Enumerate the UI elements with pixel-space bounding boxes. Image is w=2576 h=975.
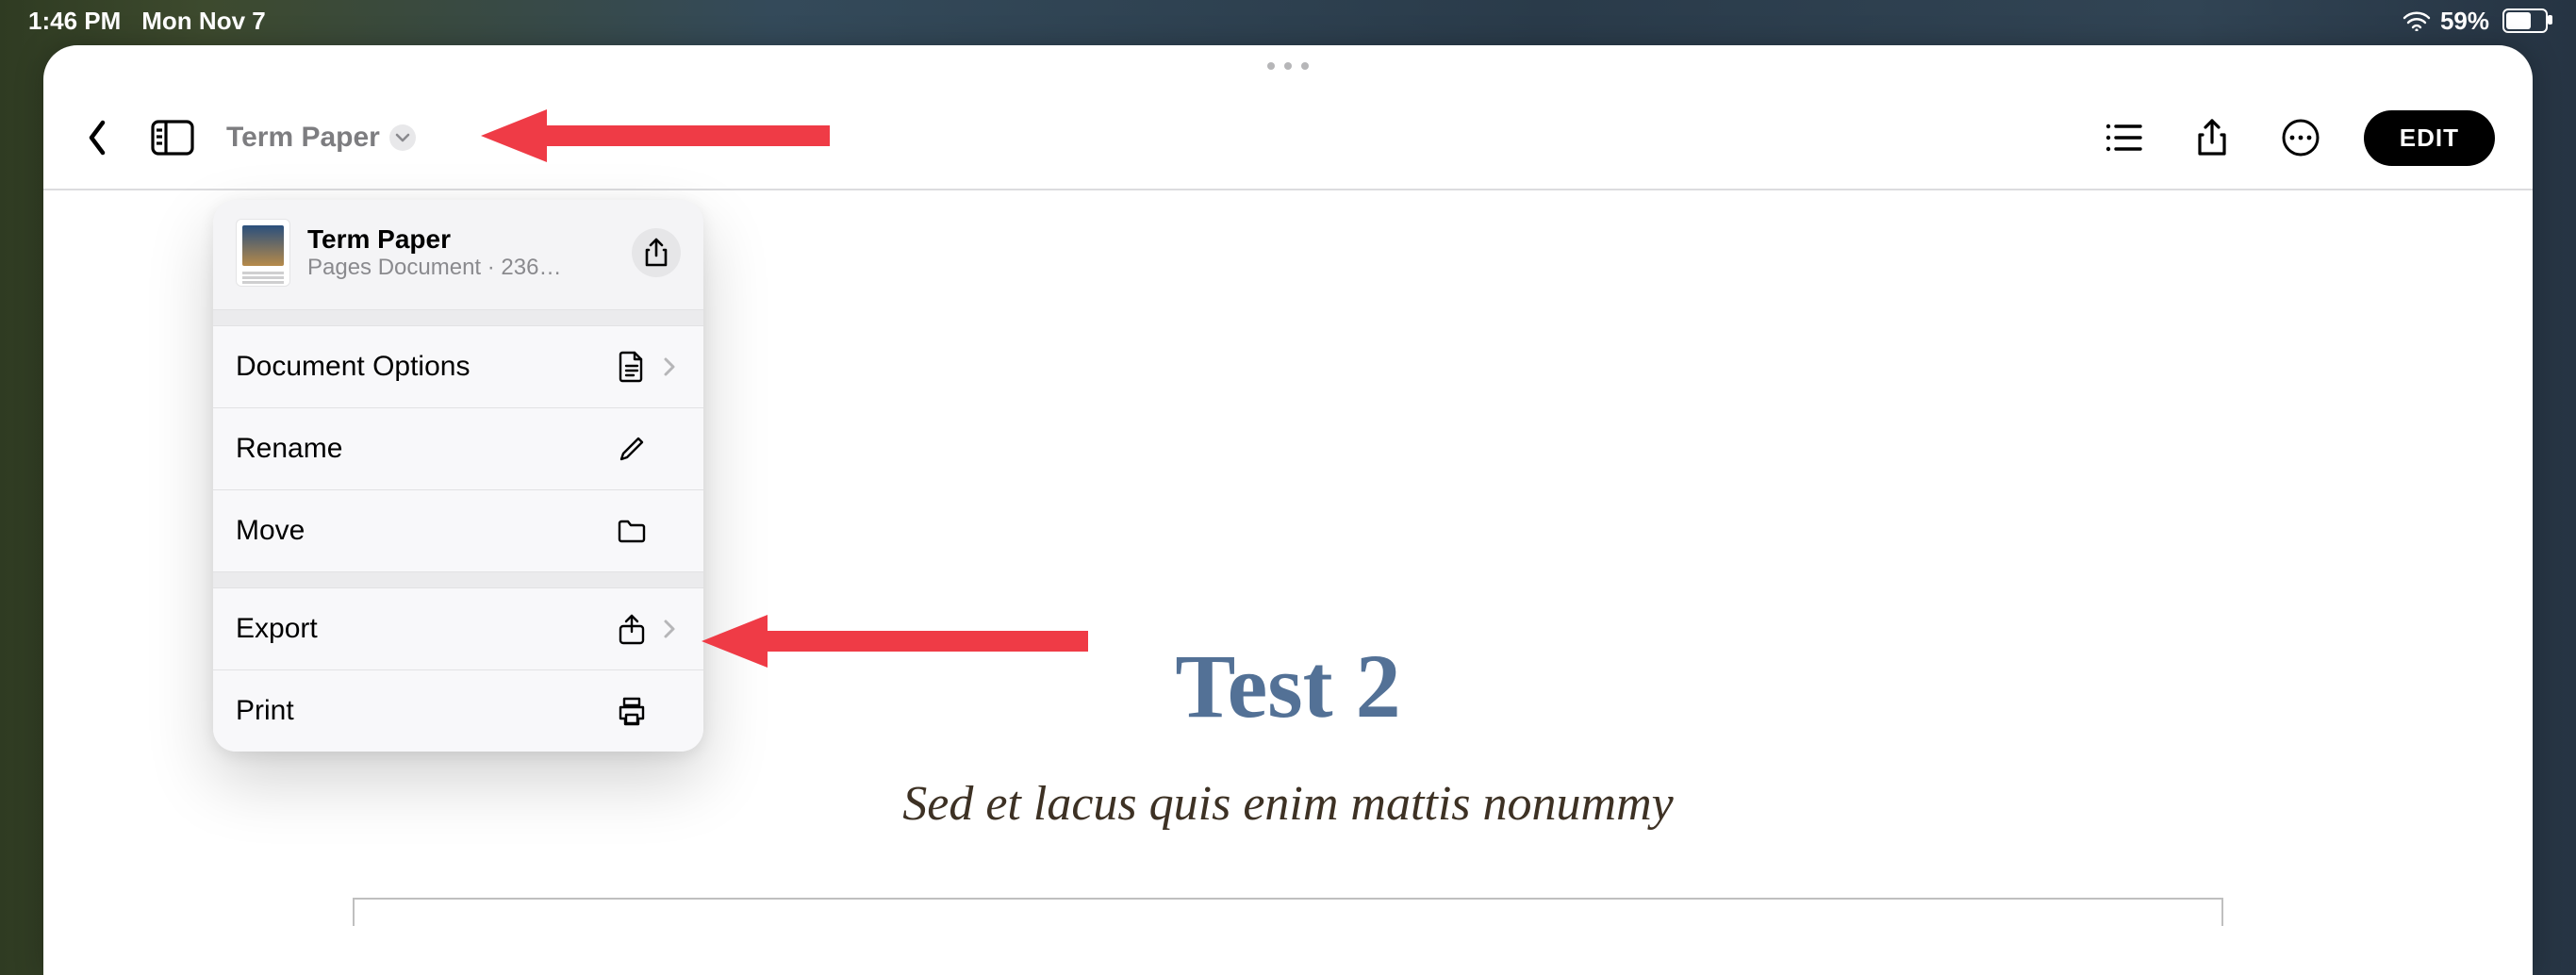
menu-item-label: Move	[236, 515, 615, 547]
menu-item-export[interactable]: Export	[213, 588, 703, 669]
chevron-right-icon	[658, 356, 681, 377]
battery-icon	[2502, 8, 2548, 33]
back-button[interactable]	[72, 112, 123, 163]
status-bar: 1:46 PM Mon Nov 7 59%	[0, 0, 2576, 41]
more-button[interactable]	[2275, 112, 2326, 163]
chevron-down-icon	[389, 124, 416, 151]
document-title-dropdown[interactable]: Term Paper	[223, 114, 420, 161]
edit-button-label: EDIT	[2400, 124, 2459, 152]
popover-share-button[interactable]	[632, 228, 681, 277]
document-menu-popover: Term Paper Pages Document · 236… Documen…	[213, 200, 703, 752]
toolbar: Term Paper	[43, 102, 2533, 174]
folder-icon	[615, 518, 649, 544]
menu-item-label: Document Options	[236, 351, 615, 383]
menu-item-rename[interactable]: Rename	[213, 407, 703, 489]
popover-header: Term Paper Pages Document · 236…	[213, 200, 703, 309]
document-subtitle: Sed et lacus quis enim mattis nonummy	[43, 776, 2533, 832]
wifi-icon	[2403, 10, 2431, 31]
menu-item-label: Rename	[236, 433, 615, 465]
share-button[interactable]	[2187, 112, 2237, 163]
printer-icon	[615, 696, 649, 726]
pages-app-window: Term Paper	[43, 45, 2533, 975]
popover-subtitle: Pages Document · 236…	[307, 255, 615, 281]
status-time: 1:46 PM	[28, 7, 121, 36]
battery-percent: 59%	[2440, 7, 2489, 36]
pencil-icon	[615, 435, 649, 463]
menu-item-label: Export	[236, 613, 615, 645]
menu-item-print[interactable]: Print	[213, 669, 703, 752]
menu-item-document-options[interactable]: Document Options	[213, 326, 703, 407]
popover-title: Term Paper	[307, 224, 615, 255]
sidebar-toggle-button[interactable]	[147, 112, 198, 163]
outline-button[interactable]	[2098, 112, 2149, 163]
document-image-frame	[353, 898, 2223, 926]
menu-item-label: Print	[236, 695, 615, 727]
edit-button[interactable]: EDIT	[2364, 110, 2495, 166]
document-thumbnail	[236, 219, 290, 287]
doc-icon	[615, 351, 649, 383]
chevron-right-icon	[658, 619, 681, 639]
multitask-dots[interactable]	[1267, 62, 1309, 70]
status-date: Mon Nov 7	[141, 7, 265, 36]
export-icon	[615, 613, 649, 645]
menu-item-move[interactable]: Move	[213, 489, 703, 571]
document-title-label: Term Paper	[226, 122, 380, 154]
